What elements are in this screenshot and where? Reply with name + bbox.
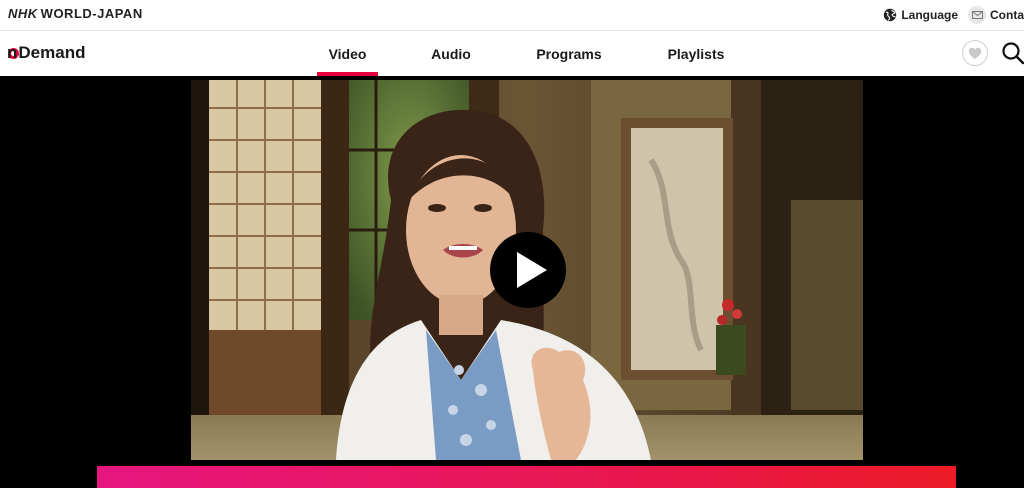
play-icon [516,252,547,288]
on-demand-logo-demand: Demand [18,43,86,62]
nhk-logo-text: NHK [8,6,38,21]
video-player[interactable] [191,80,863,460]
on-demand-logo[interactable]: Onn Demand [7,43,86,63]
nhk-world-japan-logo[interactable]: NHK WORLD-JAPAN [8,6,143,21]
tab-audio[interactable]: Audio [425,31,477,76]
contact-label: Conta [990,8,1024,22]
tab-playlists[interactable]: Playlists [662,31,730,76]
main-nav-bar: Onn Demand Video Audio Programs Playlist… [0,31,1024,76]
language-label: Language [901,8,958,22]
tab-video[interactable]: Video [317,31,378,76]
accent-gradient-band [97,466,956,488]
play-button[interactable] [490,232,566,308]
mail-icon [968,6,986,24]
language-link[interactable]: Language [883,8,958,22]
top-bar: NHK WORLD-JAPAN Language Conta [0,0,1024,31]
tab-programs[interactable]: Programs [531,31,607,76]
globe-icon [884,8,897,22]
search-button[interactable] [1000,40,1024,66]
on-demand-logo-n: n [7,43,18,62]
favorites-button[interactable] [962,40,988,66]
world-japan-logo-text: WORLD-JAPAN [40,6,143,21]
heart-icon [968,47,982,59]
contact-link[interactable]: Conta [968,6,1024,24]
top-utility-links: Language Conta [883,0,1024,30]
search-icon [1002,42,1024,65]
